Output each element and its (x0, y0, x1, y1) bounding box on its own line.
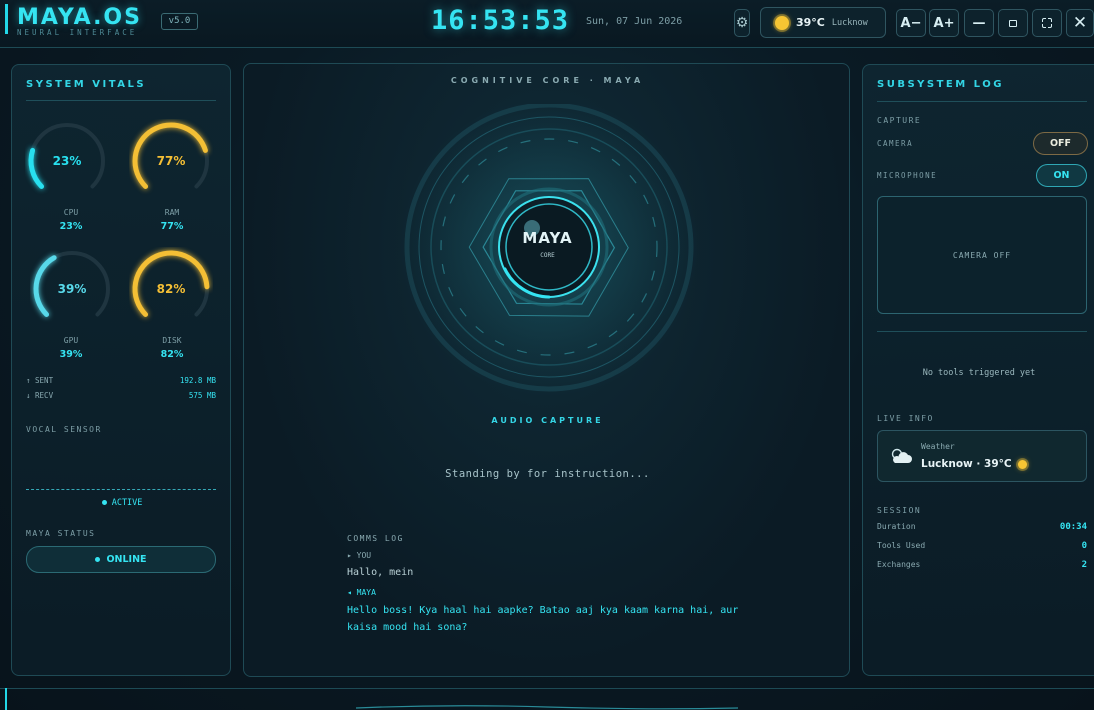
disk-percent: 82% (160, 349, 184, 360)
font-decrease-button[interactable]: A− (896, 9, 926, 37)
tools-used-label: Tools Used (877, 541, 926, 550)
close-button[interactable]: ✕ (1066, 9, 1094, 37)
vocal-sensor-label: VOCAL SENSOR (26, 425, 102, 434)
clock: 16:53:53 (431, 5, 570, 36)
weather-temperature: 39°C (796, 16, 825, 29)
cpu-percent: 23% (59, 221, 83, 232)
version-badge: v5.0 (161, 13, 198, 30)
maya-status-label: MAYA STATUS (26, 529, 96, 538)
audio-waveform (356, 705, 738, 710)
fullscreen-icon (1042, 18, 1052, 28)
core-subtitle: CORE (540, 252, 555, 259)
microphone-label: MICROPHONE (877, 171, 938, 180)
top-bar: MAYA.OS NEURAL INTERFACE v5.0 16:53:53 S… (0, 0, 1094, 48)
core-name: MAYA (522, 229, 573, 247)
settings-button[interactable]: ⚙ (734, 9, 750, 37)
gpu-gauge-value: 39% (57, 282, 87, 296)
assistant-tag: ◂ MAYA (347, 588, 376, 597)
cpu-gauge-value: 23% (52, 154, 82, 168)
weather-card: Weather Lucknow · 39°C (877, 430, 1087, 482)
status-badge: ONLINE (26, 546, 216, 573)
online-dot (95, 557, 101, 562)
user-tag: ▸ YOU (347, 551, 372, 560)
ram-percent: 77% (160, 221, 184, 232)
gpu-gauge: 39% (30, 247, 114, 331)
sent-value: 192.8 MB (179, 376, 216, 385)
partly-cloudy-icon (891, 448, 912, 463)
logo-accent-bar (5, 4, 8, 34)
panel-title: SYSTEM VITALS (26, 79, 147, 90)
panel-title: SUBSYSTEM LOG (877, 79, 1004, 90)
sent-label: ↑ SENT (26, 376, 54, 385)
recv-value: 575 MB (188, 391, 216, 400)
system-vitals-panel: SYSTEM VITALS 23% 77% CPU 23% RAM 77% 39… (11, 64, 231, 676)
ram-gauge: 77% (129, 119, 213, 203)
audio-capture-label: AUDIO CAPTURE (491, 416, 604, 425)
net-sent-row: ↑ SENT 192.8 MB (26, 376, 216, 385)
duration-label: Duration (877, 522, 916, 531)
ram-label: RAM (164, 208, 180, 217)
weather-card-label: Weather (921, 442, 955, 451)
session-row: Tools Used 0 (877, 541, 1087, 551)
font-increase-button[interactable]: A+ (929, 9, 959, 37)
exchanges-value: 2 (1081, 560, 1087, 570)
vocal-waveform (26, 489, 216, 490)
weather-city: Lucknow (831, 17, 868, 28)
net-recv-row: ↓ RECV 575 MB (26, 391, 216, 400)
disk-gauge-value: 82% (156, 282, 186, 296)
cognitive-core-panel: COGNITIVE CORE · MAYA MAYA CORE AUDIO CA… (243, 63, 850, 677)
session-label: SESSION (877, 506, 922, 515)
session-row: Duration 00:34 (877, 522, 1087, 532)
date: Sun, 07 Jun 2026 (586, 16, 683, 27)
tools-empty-state: No tools triggered yet (922, 368, 1036, 378)
status-dot (101, 500, 107, 505)
maximize-icon (1009, 19, 1017, 27)
brand-name: MAYA.OS (17, 5, 142, 30)
user-message: Hallo, mein (347, 567, 414, 578)
weather-card-value: Lucknow · 39°C (921, 458, 1027, 470)
panel-title: COGNITIVE CORE · MAYA (450, 76, 645, 85)
cpu-label: CPU (63, 208, 79, 217)
disk-label: DISK (162, 336, 182, 345)
fullscreen-button[interactable] (1032, 9, 1062, 37)
assistant-message: Hello boss! Kya haal hai aapke? Batao aa… (347, 605, 739, 633)
subsystem-log-panel: SUBSYSTEM LOG CAPTURE CAMERA OFF MICROPH… (862, 64, 1094, 676)
vocal-state-text: ACTIVE (111, 498, 143, 508)
gear-icon: ⚙ (735, 15, 749, 31)
divider (26, 100, 216, 101)
maximize-button[interactable] (998, 9, 1028, 37)
standby-text: Standing by for instruction... (445, 468, 650, 480)
capture-label: CAPTURE (877, 116, 922, 125)
divider (877, 331, 1087, 332)
comms-log-label: COMMS LOG (347, 534, 404, 543)
sun-icon (1017, 459, 1027, 469)
ram-gauge-value: 77% (156, 154, 186, 168)
gpu-label: GPU (63, 336, 79, 345)
session-row: Exchanges 2 (877, 560, 1087, 570)
sun-icon (775, 15, 789, 30)
weather-chip: 39°C Lucknow (760, 7, 886, 38)
exchanges-label: Exchanges (877, 560, 921, 569)
gpu-percent: 39% (59, 349, 83, 360)
cpu-gauge: 23% (25, 119, 109, 203)
camera-preview: CAMERA OFF (877, 196, 1087, 314)
recv-label: ↓ RECV (26, 391, 54, 400)
vocal-state: ACTIVE (12, 498, 232, 508)
brand-subtitle: NEURAL INTERFACE (17, 28, 138, 37)
microphone-toggle[interactable]: ON (1036, 164, 1087, 187)
camera-label: CAMERA (877, 139, 914, 148)
bottom-accent-bar (5, 688, 7, 710)
tools-used-value: 0 (1081, 541, 1087, 551)
camera-toggle[interactable]: OFF (1033, 132, 1088, 155)
divider (877, 101, 1087, 102)
disk-gauge: 82% (129, 247, 213, 331)
minimize-button[interactable]: — (964, 9, 994, 37)
duration-value: 00:34 (1059, 522, 1087, 532)
live-info-label: LIVE INFO (877, 414, 934, 423)
weather-card-text: Lucknow · 39°C (921, 458, 1012, 470)
status-text: ONLINE (106, 554, 147, 565)
